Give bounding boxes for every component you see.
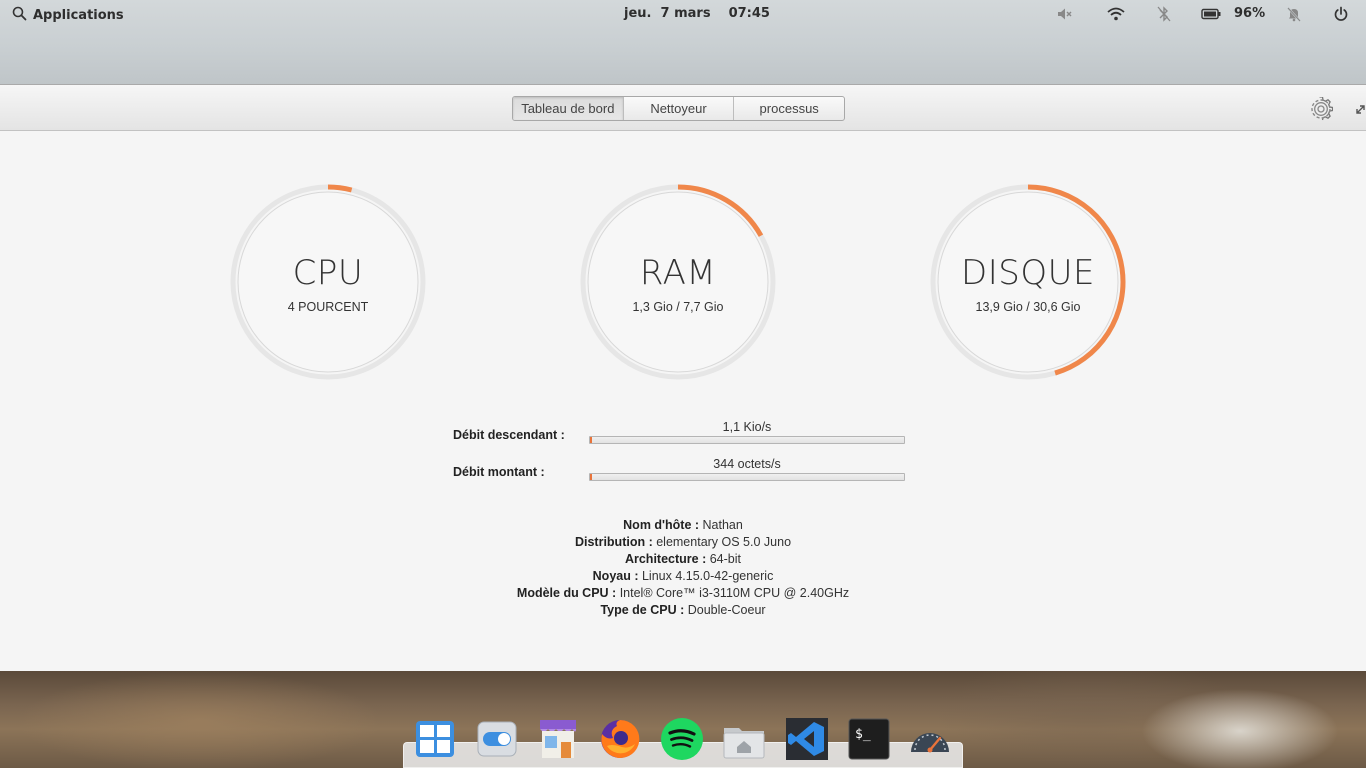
cpu-gauge-value: 4 POURCENT <box>287 300 369 314</box>
system-monitor-icon[interactable] <box>907 716 953 762</box>
terminal-icon[interactable]: $_ <box>846 716 892 762</box>
files-icon[interactable] <box>721 716 767 762</box>
info-value: Intel® Core™ i3-3110M CPU @ 2.40GHz <box>619 586 850 600</box>
info-key: Distribution : <box>574 535 653 549</box>
tab-processus[interactable]: processus <box>734 97 844 120</box>
battery-icon[interactable] <box>1201 6 1221 22</box>
appcenter-icon[interactable] <box>535 716 581 762</box>
download-label: Débit descendant : <box>453 428 565 442</box>
info-value: 64-bit <box>709 552 742 566</box>
info-row-hostname: Nom d'hôte : Nathan <box>383 517 983 534</box>
volume-muted-icon[interactable] <box>1056 6 1074 22</box>
info-row-cpu-model: Modèle du CPU : Intel® Core™ i3-3110M CP… <box>383 585 983 602</box>
cpu-gauge-title: CPU <box>292 253 364 293</box>
view-switcher: Tableau de bord Nettoyeur processus <box>512 96 845 121</box>
info-value: Linux 4.15.0-42-generic <box>641 569 774 583</box>
headerbar: Tableau de bord Nettoyeur processus <box>0 84 1366 131</box>
date-label: jeu. 7 mars <box>624 6 711 21</box>
info-row-architecture: Architecture : 64-bit <box>383 551 983 568</box>
system-info: Nom d'hôte : Nathan Distribution : eleme… <box>383 517 983 619</box>
gauge-value-arc <box>327 184 353 193</box>
top-panel: Applications jeu. 7 mars 07:45 96% <box>0 0 1366 28</box>
ram-gauge-value: 1,3 Gio / 7,7 Gio <box>632 300 724 314</box>
download-value: 1,1 Kio/s <box>722 420 772 434</box>
battery-percent: 96% <box>1234 6 1266 21</box>
firefox-icon[interactable] <box>597 716 643 762</box>
info-key: Nom d'hôte : <box>623 518 700 532</box>
info-key: Type de CPU : <box>600 603 685 617</box>
spotify-icon[interactable] <box>659 716 705 762</box>
cpu-gauge: CPU 4 POURCENT <box>229 183 427 381</box>
info-key: Modèle du CPU : <box>516 586 617 600</box>
gear-icon[interactable] <box>1309 96 1334 121</box>
time-label: 07:45 <box>728 6 770 21</box>
download-bar-fill <box>590 437 592 443</box>
search-icon <box>12 6 27 25</box>
svg-text:$_: $_ <box>855 727 871 742</box>
download-bar <box>589 436 905 444</box>
disk-gauge: DISQUE 13,9 Gio / 30,6 Gio <box>929 183 1127 381</box>
datetime-indicator[interactable]: jeu. 7 mars 07:45 <box>624 6 770 21</box>
info-value: Nathan <box>702 518 743 532</box>
ram-gauge-title: RAM <box>639 253 717 293</box>
upload-value: 344 octets/s <box>713 457 781 471</box>
info-value: Double-Coeur <box>687 603 766 617</box>
disk-gauge-value: 13,9 Gio / 30,6 Gio <box>975 300 1081 314</box>
notifications-off-icon[interactable] <box>1285 6 1303 22</box>
info-row-cpu-type: Type de CPU : Double-Coeur <box>383 602 983 619</box>
expand-icon[interactable] <box>1354 101 1366 115</box>
info-key: Architecture : <box>624 552 707 566</box>
applications-label: Applications <box>33 8 124 23</box>
info-row-kernel: Noyau : Linux 4.15.0-42-generic <box>383 568 983 585</box>
tab-nettoyeur[interactable]: Nettoyeur <box>624 97 735 120</box>
tab-tableau-de-bord[interactable]: Tableau de bord <box>513 97 624 120</box>
bluetooth-off-icon[interactable] <box>1155 6 1173 22</box>
upload-bar <box>589 473 905 481</box>
upload-label: Débit montant : <box>453 465 545 479</box>
info-row-distribution: Distribution : elementary OS 5.0 Juno <box>383 534 983 551</box>
wifi-icon[interactable] <box>1107 6 1125 22</box>
ram-gauge: RAM 1,3 Gio / 7,7 Gio <box>579 183 777 381</box>
system-settings-icon[interactable] <box>474 716 520 762</box>
multitasking-view-icon[interactable] <box>412 716 458 762</box>
disk-gauge-title: DISQUE <box>961 253 1095 293</box>
upload-bar-fill <box>590 474 592 480</box>
applications-menu[interactable]: Applications <box>12 6 124 25</box>
info-value: elementary OS 5.0 Juno <box>656 535 792 549</box>
power-icon[interactable] <box>1332 6 1350 22</box>
vscode-icon[interactable] <box>784 716 830 762</box>
app-window: Tableau de bord Nettoyeur processus CPU … <box>0 84 1366 671</box>
info-key: Noyau : <box>592 569 639 583</box>
